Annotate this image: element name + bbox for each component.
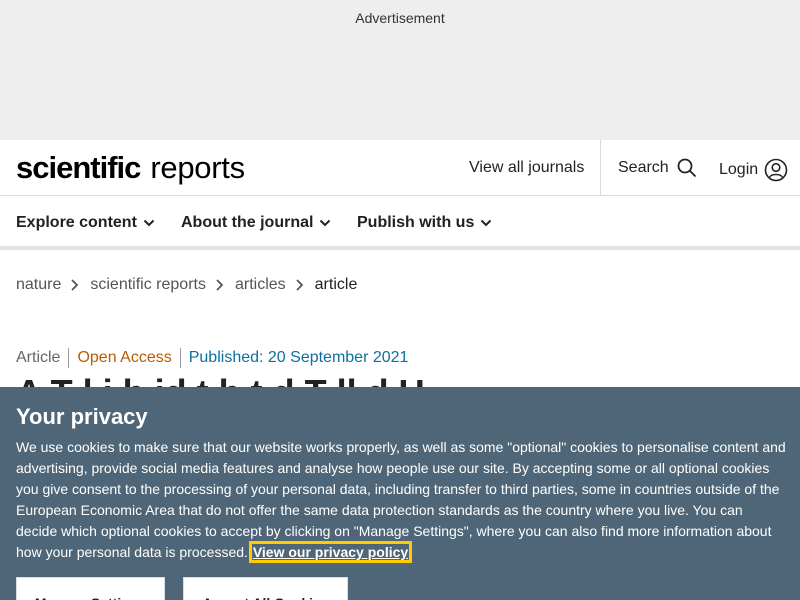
- nav-item-label: Publish with us: [357, 214, 475, 231]
- open-access-label: Open Access: [77, 349, 172, 366]
- main-nav: Explore content About the journal Publis…: [0, 196, 800, 250]
- search-button[interactable]: Search: [618, 158, 697, 178]
- login-label: Login: [719, 161, 759, 178]
- article-meta: Article Open Access Published: 20 Septem…: [16, 348, 408, 368]
- nav-item-label: About the journal: [181, 214, 314, 231]
- breadcrumb-nature[interactable]: nature: [16, 276, 61, 294]
- published-date: Published: 20 September 2021: [188, 349, 409, 366]
- login-button[interactable]: Login: [719, 158, 788, 182]
- cookie-body-text: We use cookies to make sure that our web…: [16, 439, 786, 560]
- nav-about-the-journal[interactable]: About the journal: [181, 214, 331, 232]
- logo-light-text: reports: [150, 150, 245, 185]
- nav-item-label: Explore content: [16, 214, 137, 231]
- logo-bold-text: scientific: [16, 150, 141, 185]
- meta-divider: [68, 348, 70, 368]
- chevron-right-icon: [216, 279, 223, 291]
- search-label: Search: [618, 159, 669, 176]
- breadcrumb-scientific-reports[interactable]: scientific reports: [90, 276, 206, 294]
- meta-divider: [179, 348, 181, 368]
- cookie-body: We use cookies to make sure that our web…: [16, 437, 786, 563]
- chevron-down-icon: [143, 219, 155, 227]
- accept-all-cookies-button[interactable]: Accept All Cookies: [183, 577, 348, 600]
- chevron-down-icon: [320, 219, 331, 227]
- manage-settings-button[interactable]: Manage Settings: [16, 577, 165, 600]
- cookie-heading: Your privacy: [16, 404, 148, 429]
- chevron-right-icon: [296, 279, 303, 291]
- breadcrumb: nature scientific reports articles artic…: [16, 276, 357, 294]
- site-header: scientific reports View all journals Sea…: [0, 140, 800, 196]
- site-logo[interactable]: scientific reports: [16, 150, 245, 186]
- view-all-journals-link[interactable]: View all journals: [469, 159, 584, 177]
- privacy-policy-link[interactable]: View our privacy policy: [248, 541, 413, 563]
- user-icon: [764, 158, 788, 182]
- cookie-banner: Your privacy We use cookies to make sure…: [0, 387, 800, 600]
- search-icon: [677, 158, 696, 178]
- breadcrumb-current-article: article: [314, 276, 358, 293]
- nav-publish-with-us[interactable]: Publish with us: [357, 214, 492, 232]
- chevron-down-icon: [481, 219, 492, 227]
- advertisement-banner: Advertisement: [0, 0, 800, 140]
- nav-explore-content[interactable]: Explore content: [16, 214, 155, 232]
- header-divider: [600, 140, 601, 196]
- breadcrumb-articles[interactable]: articles: [235, 276, 286, 294]
- article-type: Article: [16, 349, 61, 366]
- chevron-right-icon: [71, 279, 79, 291]
- advertisement-label: Advertisement: [355, 10, 445, 26]
